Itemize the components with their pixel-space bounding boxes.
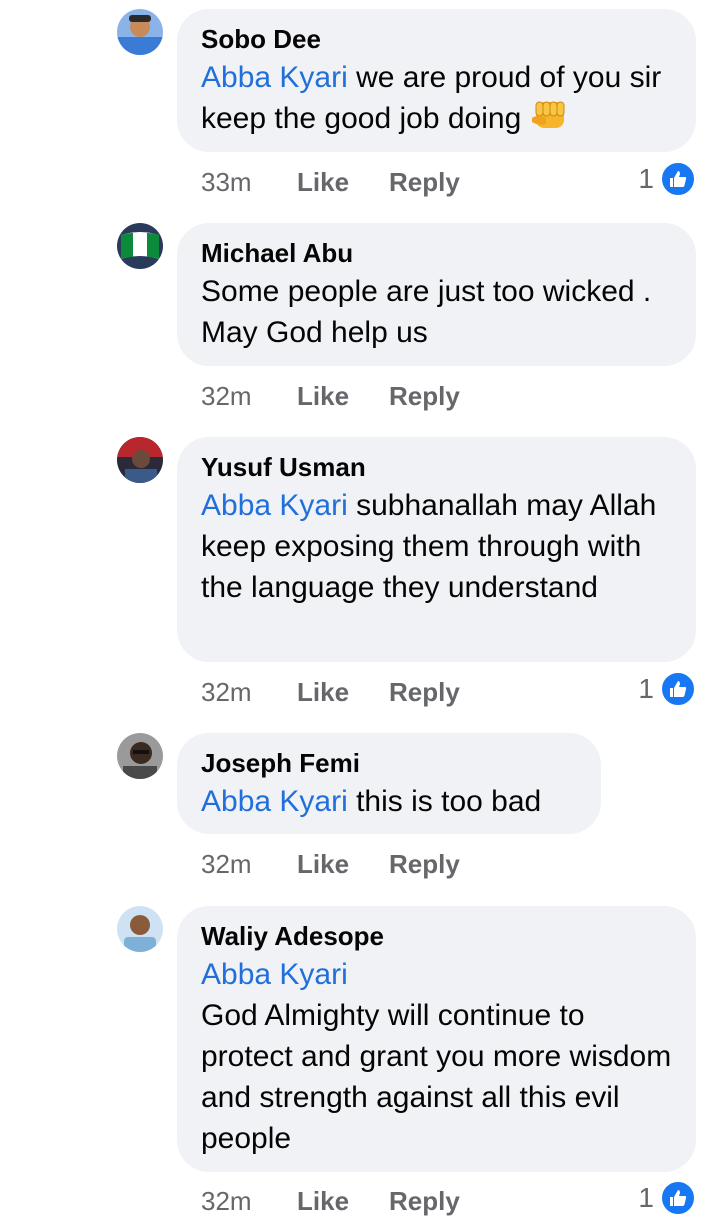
- reply-button[interactable]: Reply: [389, 381, 460, 411]
- mention-link[interactable]: Abba Kyari: [201, 954, 672, 995]
- like-button[interactable]: Like: [297, 1186, 389, 1216]
- reaction-count: 1: [638, 673, 654, 704]
- comment-actions: 32m Like Reply: [201, 677, 460, 707]
- comment-body: this is too bad: [347, 785, 542, 818]
- comment-bubble: Michael Abu Some people are just too wic…: [177, 223, 696, 366]
- thumbs-up-icon: [660, 161, 696, 197]
- reaction-summary[interactable]: 1: [638, 1180, 696, 1216]
- mention-link[interactable]: Abba Kyari: [201, 489, 348, 522]
- avatar[interactable]: [117, 906, 163, 952]
- timestamp[interactable]: 32m: [201, 381, 297, 411]
- comment-text: Abba Kyari subhanallah may Allah keep ex…: [201, 485, 672, 608]
- reaction-count: 1: [638, 163, 654, 194]
- author-name[interactable]: Sobo Dee: [201, 23, 672, 55]
- thumbs-up-icon: [660, 1180, 696, 1216]
- comment-actions: 32m Like Reply: [201, 1186, 460, 1216]
- thumbs-up-icon: [660, 671, 696, 707]
- like-button[interactable]: Like: [297, 381, 389, 411]
- comment-bubble: Sobo Dee Abba Kyari we are proud of you …: [177, 9, 696, 152]
- avatar-image: [117, 223, 163, 269]
- like-button[interactable]: Like: [297, 677, 389, 707]
- comment-body: God Almighty will continue to protect an…: [201, 999, 672, 1155]
- avatar[interactable]: [117, 223, 163, 269]
- reaction-summary[interactable]: 1: [638, 161, 696, 197]
- reaction-summary[interactable]: 1: [638, 671, 696, 707]
- avatar[interactable]: [117, 9, 163, 55]
- comment-actions: 32m Like Reply: [201, 381, 460, 411]
- avatar-image: [117, 906, 163, 952]
- avatar[interactable]: [117, 733, 163, 779]
- timestamp[interactable]: 32m: [201, 677, 297, 707]
- comment-actions: 32m Like Reply: [201, 849, 460, 879]
- mention-link[interactable]: Abba Kyari: [201, 61, 348, 94]
- comment-text: Abba Kyari God Almighty will continue to …: [201, 954, 672, 1159]
- reply-button[interactable]: Reply: [389, 167, 460, 197]
- avatar-image: [117, 437, 163, 483]
- reply-button[interactable]: Reply: [389, 677, 460, 707]
- author-name[interactable]: Michael Abu: [201, 237, 672, 269]
- comment-bubble: Waliy Adesope Abba Kyari God Almighty wil…: [177, 906, 696, 1172]
- reaction-count: 1: [638, 1182, 654, 1213]
- author-name[interactable]: Waliy Adesope: [201, 920, 672, 952]
- mention-link[interactable]: Abba Kyari: [201, 785, 348, 818]
- comment-bubble: Joseph Femi Abba Kyari this is too bad: [177, 733, 601, 834]
- reply-button[interactable]: Reply: [389, 1186, 460, 1216]
- comment-actions: 33m Like Reply: [201, 167, 460, 197]
- raised-fist-emoji-icon: [530, 98, 568, 145]
- timestamp[interactable]: 32m: [201, 849, 297, 879]
- timestamp[interactable]: 32m: [201, 1186, 297, 1216]
- reply-button[interactable]: Reply: [389, 849, 460, 879]
- author-name[interactable]: Yusuf Usman: [201, 451, 672, 483]
- avatar-image: [117, 733, 163, 779]
- comment-text: Some people are just too wicked . May Go…: [201, 275, 652, 349]
- comment-bubble: Yusuf Usman Abba Kyari subhanallah may A…: [177, 437, 696, 662]
- comment-text: Abba Kyari this is too bad: [201, 781, 577, 822]
- avatar[interactable]: [117, 437, 163, 483]
- like-button[interactable]: Like: [297, 849, 389, 879]
- timestamp[interactable]: 33m: [201, 167, 297, 197]
- avatar-image: [117, 9, 163, 55]
- comment-text: Abba Kyari we are proud of you sir keep …: [201, 57, 672, 145]
- like-button[interactable]: Like: [297, 167, 389, 197]
- author-name[interactable]: Joseph Femi: [201, 747, 577, 779]
